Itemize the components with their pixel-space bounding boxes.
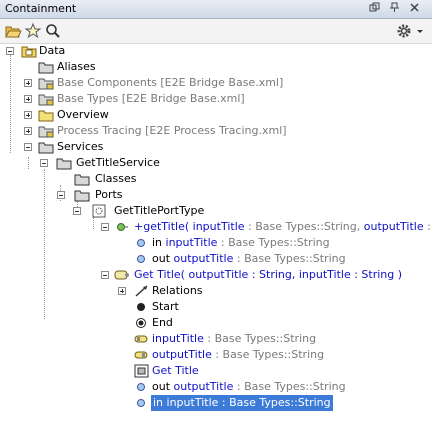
search-icon[interactable] bbox=[44, 22, 62, 40]
package-icon bbox=[38, 108, 54, 122]
parameter-icon bbox=[134, 396, 150, 410]
tree-label-classes: Classes bbox=[95, 172, 137, 185]
param-name: outputTitle bbox=[173, 252, 234, 265]
pin-name: outputTitle bbox=[152, 348, 212, 361]
package-icon bbox=[74, 172, 90, 186]
tree-label-base-types: Base Types [E2E Bridge Base.xml] bbox=[57, 92, 245, 105]
action-icon bbox=[134, 364, 150, 378]
activity-icon bbox=[114, 268, 130, 282]
panel-title-bar: Containment bbox=[0, 0, 432, 19]
package-icon bbox=[38, 140, 54, 154]
tree-label-action: Get Title bbox=[152, 364, 199, 377]
op-param-out-type: : Base T bbox=[427, 220, 432, 233]
param-type: : Base Types::String bbox=[233, 380, 346, 393]
param-direction: out bbox=[152, 252, 174, 265]
star-icon[interactable] bbox=[24, 22, 42, 40]
tree-label-process-tracing: Process Tracing [E2E Process Tracing.xml… bbox=[57, 124, 287, 137]
operation-icon bbox=[114, 220, 130, 234]
param-name: outputTitle bbox=[173, 380, 234, 393]
tree-label-data: Data bbox=[39, 44, 66, 57]
tree-label-start: Start bbox=[152, 300, 179, 313]
initial-node-icon bbox=[134, 300, 150, 314]
expand-toggle[interactable] bbox=[24, 79, 32, 87]
expand-toggle[interactable] bbox=[24, 111, 32, 119]
op-param-in-type: : Base Types::String, bbox=[244, 220, 364, 233]
expand-toggle[interactable] bbox=[118, 287, 126, 295]
collapse-toggle[interactable] bbox=[6, 47, 14, 55]
pin-type: : Base Types::String bbox=[211, 348, 325, 361]
locked-package-icon bbox=[38, 92, 54, 106]
panel-title: Containment bbox=[5, 2, 77, 15]
tree-label-relations: Relations bbox=[152, 284, 203, 297]
containment-panel: Containment Data Aliases Base Components… bbox=[0, 0, 432, 430]
collapse-toggle[interactable] bbox=[73, 207, 81, 215]
param-name: inputTitle bbox=[165, 236, 218, 249]
package-icon bbox=[38, 60, 54, 74]
chevron-down-icon[interactable] bbox=[414, 22, 432, 40]
parameter-icon bbox=[134, 236, 150, 250]
tree-label-ports: Ports bbox=[95, 188, 123, 201]
tree-label-base-components: Base Components [E2E Bridge Base.xml] bbox=[57, 76, 284, 89]
package-icon bbox=[21, 44, 37, 58]
op-param-in: inputTitle bbox=[192, 220, 245, 233]
pin-icon bbox=[134, 348, 150, 362]
expand-toggle[interactable] bbox=[24, 127, 32, 135]
parameter-icon bbox=[134, 380, 150, 394]
tree-label-activity: Get Title( outputTitle : String, inputTi… bbox=[134, 268, 403, 281]
close-icon[interactable] bbox=[408, 2, 421, 15]
pin-icon[interactable] bbox=[388, 2, 401, 15]
collapse-toggle[interactable] bbox=[101, 223, 109, 231]
package-icon bbox=[74, 188, 90, 202]
tree-label-aliases: Aliases bbox=[57, 60, 96, 73]
tree-label-gettitleservice: GetTitleService bbox=[76, 156, 160, 169]
gear-icon[interactable] bbox=[395, 22, 413, 40]
collapse-toggle[interactable] bbox=[24, 143, 32, 151]
open-folder-icon[interactable] bbox=[4, 22, 22, 40]
expand-toggle[interactable] bbox=[24, 95, 32, 103]
pin-name: inputTitle bbox=[152, 332, 204, 345]
tree-label-overview: Overview bbox=[57, 108, 109, 121]
tree-label-end: End bbox=[152, 316, 173, 329]
op-signature-start: +getTitle( bbox=[134, 220, 193, 233]
tree-label-gettitleporttype: GetTitlePortType bbox=[114, 204, 205, 217]
panel-toolbar bbox=[0, 19, 432, 44]
pin-icon bbox=[134, 332, 150, 346]
locked-package-icon bbox=[38, 124, 54, 138]
param-type: : Base Types::String bbox=[217, 236, 330, 249]
pin-type: : Base Types::String bbox=[203, 332, 317, 345]
restore-icon[interactable] bbox=[368, 2, 381, 15]
final-node-icon bbox=[134, 316, 150, 330]
relations-icon bbox=[134, 284, 150, 298]
port-type-icon bbox=[91, 204, 107, 218]
selected-tree-label: in inputTitle : Base Types::String bbox=[151, 395, 333, 411]
op-param-out: outputTitle bbox=[363, 220, 424, 233]
param-direction: in bbox=[152, 236, 166, 249]
tree-label-services: Services bbox=[57, 140, 104, 153]
param-direction: out bbox=[152, 380, 174, 393]
collapse-toggle[interactable] bbox=[101, 271, 109, 279]
param-type: : Base Types::String bbox=[233, 252, 346, 265]
collapse-toggle[interactable] bbox=[57, 191, 65, 199]
parameter-icon bbox=[134, 252, 150, 266]
locked-package-icon bbox=[38, 76, 54, 90]
containment-tree: Data Aliases Base Components [E2E Bridge… bbox=[0, 43, 432, 430]
collapse-toggle[interactable] bbox=[40, 159, 48, 167]
package-icon bbox=[56, 156, 72, 170]
